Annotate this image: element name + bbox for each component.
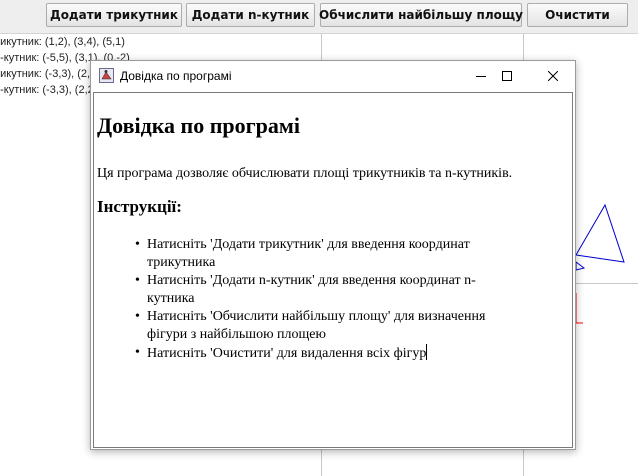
list-item: Натисніть 'Додати трикутник' для введенн… [135, 236, 507, 272]
help-heading: Довідка по програмі [97, 113, 300, 138]
maximize-icon [502, 71, 512, 81]
java-app-icon [99, 68, 114, 83]
triangle-shape [575, 203, 625, 263]
close-icon [548, 71, 558, 81]
close-button[interactable] [530, 61, 576, 91]
dialog-titlebar[interactable]: Довідка по програмі [91, 61, 575, 91]
small-triangle-shape [575, 261, 586, 271]
dialog-title: Довідка по програмі [120, 69, 232, 83]
highlighted-shape [575, 293, 583, 324]
maximize-button[interactable] [484, 61, 530, 91]
help-content[interactable]: Довідка по програмі Ця програма дозволяє… [93, 92, 573, 448]
list-item: Натисніть 'Очистити' для видалення всіх … [135, 344, 507, 363]
help-dialog: Довідка по програмі Довідка по програмі … [90, 60, 576, 450]
instructions-heading: Інструкції: [97, 197, 182, 216]
list-item: Натисніть 'Додати n-кутник' для введення… [135, 272, 507, 308]
list-item: Натисніть 'Обчислити найбільшу площу' дл… [135, 308, 507, 344]
instructions-list: Натисніть 'Додати трикутник' для введенн… [135, 236, 507, 363]
help-intro: Ця програма дозволяє обчислювати площі т… [97, 166, 513, 181]
text-caret [426, 344, 428, 360]
